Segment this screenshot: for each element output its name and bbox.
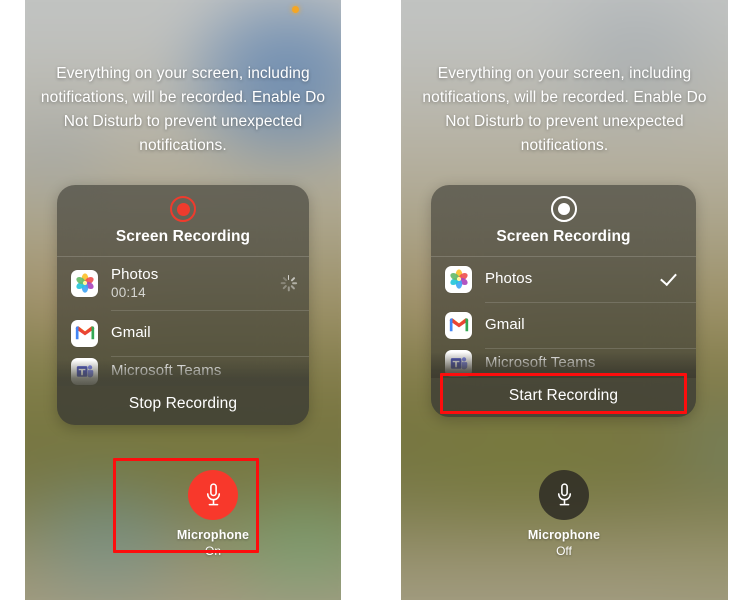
microphone-tile-left[interactable]: Microphone On [143, 470, 283, 558]
card-title-left: Screen Recording [115, 228, 251, 245]
gmail-app-icon [445, 311, 472, 339]
list-item-label: Photos [485, 270, 533, 287]
screen-recording-card-right: Screen Recording Photos Gmail Microsoft … [431, 185, 696, 417]
microphone-icon[interactable] [539, 470, 589, 520]
list-item-photos-right[interactable]: Photos [431, 256, 696, 302]
recording-warning-text-right: Everything on your screen, including not… [422, 65, 707, 154]
list-item-label: Microsoft Teams [111, 362, 222, 379]
microphone-state: Off [556, 544, 572, 558]
screen-recording-card-left: Screen Recording Photos 00:14 Gmail Micr… [57, 185, 309, 425]
card-title-right: Screen Recording [496, 228, 631, 245]
spinner-icon [280, 274, 297, 292]
list-item-label: Gmail [111, 324, 151, 341]
gmail-app-icon [71, 319, 98, 347]
list-item-photos-left[interactable]: Photos 00:14 [57, 256, 309, 310]
list-item-gmail-left[interactable]: Gmail [57, 310, 309, 356]
photos-app-icon [445, 265, 472, 293]
list-item-microsoft-teams-right[interactable]: Microsoft Teams [431, 348, 696, 378]
photos-app-icon [71, 269, 98, 297]
microsoft-teams-app-icon [445, 349, 472, 377]
microphone-tile-right[interactable]: Microphone Off [494, 470, 634, 558]
recording-duration: 00:14 [111, 285, 146, 300]
stop-recording-button[interactable]: Stop Recording [57, 386, 309, 425]
screenshot-root: Everything on your screen, including not… [0, 0, 753, 600]
microphone-label: Microphone [176, 528, 250, 542]
recording-warning-text-left: Everything on your screen, including not… [40, 65, 326, 154]
microphone-label: Microphone [527, 528, 601, 542]
app-list-right: Photos Gmail Microsoft Teams [431, 256, 696, 378]
start-recording-button[interactable]: Start Recording [431, 378, 696, 417]
checkmark-icon [660, 269, 680, 289]
record-dot-icon [550, 196, 577, 222]
list-item-label: Microsoft Teams [485, 354, 596, 371]
microphone-icon[interactable] [188, 470, 238, 520]
microsoft-teams-app-icon [71, 357, 98, 385]
microphone-active-indicator-dot [292, 6, 299, 13]
list-item-microsoft-teams-left[interactable]: Microsoft Teams [57, 356, 309, 386]
list-item-label: Gmail [485, 316, 525, 333]
record-dot-icon [170, 196, 196, 222]
card-header-right: Screen Recording [431, 185, 696, 256]
phone-screen-right: Everything on your screen, including not… [401, 0, 728, 600]
card-header-left: Screen Recording [57, 185, 309, 256]
list-item-label: Photos [111, 266, 159, 283]
app-list-left: Photos 00:14 Gmail Microsoft Teams [57, 256, 309, 386]
list-item-gmail-right[interactable]: Gmail [431, 302, 696, 348]
phone-screen-left: Everything on your screen, including not… [25, 0, 341, 600]
microphone-state: On [204, 544, 221, 558]
